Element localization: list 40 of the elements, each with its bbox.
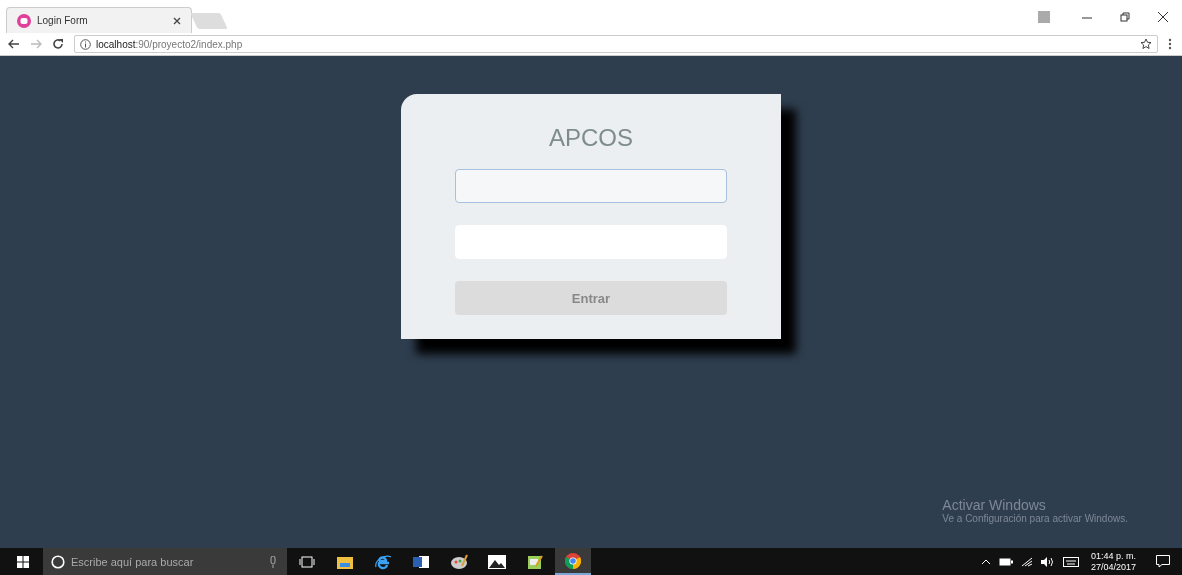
chevron-up-icon[interactable] (980, 558, 991, 565)
clock-time: 01:44 p. m. (1090, 550, 1136, 562)
start-icon[interactable] (17, 555, 29, 568)
word-document-icon (413, 554, 429, 569)
restore-icon[interactable] (1120, 11, 1130, 22)
circle-icon (51, 554, 65, 569)
folder-icon (337, 554, 353, 569)
notification-icon[interactable] (1156, 555, 1170, 568)
activation-title: Activar Windows (942, 497, 1047, 513)
wifi-icon[interactable] (1020, 556, 1033, 567)
menu-icon[interactable] (1168, 38, 1172, 50)
notepad-icon (527, 553, 543, 570)
reload-icon[interactable] (52, 38, 64, 50)
microphone-icon[interactable] (269, 555, 277, 568)
close-icon[interactable] (1158, 11, 1168, 22)
task-view-icon (299, 555, 315, 568)
paint-palette-icon (450, 553, 468, 570)
taskbar-app-button[interactable] (555, 548, 591, 575)
battery-icon[interactable] (998, 557, 1013, 566)
close-icon[interactable] (173, 16, 181, 25)
round-browser-icon (565, 552, 581, 569)
input-field[interactable] (455, 169, 727, 203)
speaker-icon[interactable] (1040, 556, 1055, 567)
clock-date: 27/04/2017 (1090, 561, 1136, 573)
browser-e-icon (374, 553, 392, 570)
address-field[interactable]: localhost:90/proyecto2/index.php (74, 35, 1158, 53)
url-text: localhost:90/proyecto2/index.php (96, 38, 243, 50)
back-arrow-icon[interactable] (8, 39, 20, 49)
login-title: APCOS (549, 124, 633, 152)
clock[interactable]: 01:44 p. m. 27/04/2017 (1090, 550, 1136, 573)
keyboard-icon[interactable] (1062, 556, 1079, 567)
picture-icon (488, 554, 506, 569)
star-icon[interactable] (1140, 38, 1152, 50)
activation-message: Ve a Configuración para activar Windows. (942, 513, 1128, 524)
tab-title: Login Form (37, 15, 89, 26)
info-icon (80, 38, 91, 50)
app-favicon-icon (17, 13, 31, 28)
search-placeholder: Escribe aquí para buscar (71, 555, 194, 568)
taskbar-search-field[interactable]: Escribe aquí para buscar (43, 548, 287, 575)
browser-tab[interactable]: Login Form (6, 7, 192, 33)
